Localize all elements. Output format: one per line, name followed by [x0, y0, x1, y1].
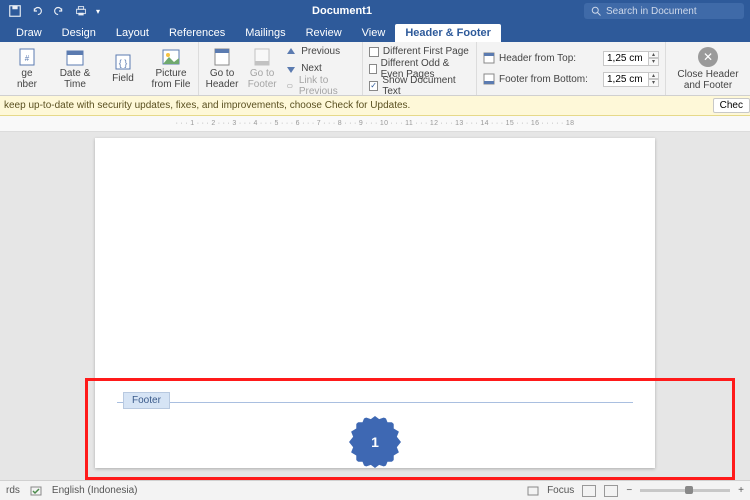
checkbox-checked-icon: ✓	[369, 81, 378, 91]
title-bar: ▾ Document1 Search in Document	[0, 0, 750, 22]
footer-bottom-icon	[483, 73, 495, 85]
calendar-icon	[65, 47, 85, 67]
tab-view[interactable]: View	[352, 24, 396, 42]
picture-icon	[161, 47, 181, 67]
focus-label[interactable]: Focus	[547, 485, 574, 496]
notice-text: keep up-to-date with security updates, f…	[4, 100, 410, 111]
group-close: ✕ Close Header and Footer	[666, 42, 750, 95]
tab-references[interactable]: References	[159, 24, 235, 42]
footer-separator	[117, 402, 633, 403]
arrow-up-icon	[285, 46, 297, 58]
zoom-slider[interactable]	[640, 489, 730, 492]
check-updates-button[interactable]: Chec	[713, 98, 750, 113]
link-previous-button: Link to Previous	[285, 78, 356, 93]
close-icon: ✕	[698, 47, 718, 67]
quick-access-toolbar: ▾	[0, 4, 100, 18]
print-icon[interactable]	[74, 4, 88, 18]
goto-footer-icon	[252, 47, 272, 67]
status-bar: rds English (Indonesia) Focus − +	[0, 480, 750, 500]
zoom-in-button[interactable]: +	[738, 485, 744, 496]
redo-icon[interactable]	[52, 4, 66, 18]
tab-design[interactable]: Design	[52, 24, 106, 42]
horizontal-ruler[interactable]: · · · 1 · · · 2 · · · 3 · · · 4 · · · 5 …	[0, 116, 750, 132]
spin-up-icon[interactable]: ▴	[649, 51, 659, 59]
page[interactable]: Footer 1	[95, 138, 655, 468]
tab-layout[interactable]: Layout	[106, 24, 159, 42]
nav-stack: Previous Next Link to Previous	[285, 44, 356, 93]
date-time-button[interactable]: Date & Time	[54, 47, 96, 90]
svg-text:#: #	[25, 54, 30, 63]
field-button[interactable]: { } Field	[102, 52, 144, 85]
footer-bottom-row: Footer from Bottom: ▴▾	[483, 72, 659, 87]
zoom-thumb[interactable]	[685, 486, 693, 494]
header-top-spinner[interactable]: ▴▾	[603, 51, 659, 66]
arrow-down-icon	[285, 63, 297, 75]
tab-review[interactable]: Review	[296, 24, 352, 42]
group-position: Header from Top: ▴▾ Footer from Bottom: …	[477, 42, 666, 95]
goto-footer-button: Go to Footer	[245, 47, 279, 90]
goto-header-button[interactable]: Go to Header	[205, 47, 239, 90]
field-icon: { }	[113, 52, 133, 72]
footer-bottom-spinner[interactable]: ▴▾	[603, 72, 659, 87]
footer-label[interactable]: Footer	[123, 392, 170, 409]
document-area[interactable]: Footer 1	[0, 132, 750, 480]
word-count[interactable]: rds	[6, 485, 20, 496]
spin-down-icon[interactable]: ▾	[649, 58, 659, 66]
focus-icon[interactable]	[527, 485, 539, 497]
print-layout-view-icon[interactable]	[582, 485, 596, 497]
search-box[interactable]: Search in Document	[584, 3, 744, 19]
document-title: Document1	[100, 5, 584, 17]
language-indicator[interactable]: English (Indonesia)	[52, 485, 138, 496]
group-navigation: Go to Header Go to Footer Previous Next …	[199, 42, 363, 95]
header-top-row: Header from Top: ▴▾	[483, 51, 659, 66]
goto-header-icon	[212, 47, 232, 67]
zoom-out-button[interactable]: −	[626, 485, 632, 496]
previous-button[interactable]: Previous	[285, 44, 356, 59]
spin-down-icon[interactable]: ▾	[649, 79, 659, 87]
update-notice-bar: keep up-to-date with security updates, f…	[0, 96, 750, 116]
spin-up-icon[interactable]: ▴	[649, 72, 659, 80]
svg-text:{ }: { }	[119, 58, 128, 68]
tab-draw[interactable]: Draw	[6, 24, 52, 42]
ribbon-tabs: Draw Design Layout References Mailings R…	[0, 22, 750, 42]
search-placeholder: Search in Document	[606, 6, 697, 17]
link-icon	[285, 80, 295, 92]
close-header-footer-button[interactable]: ✕ Close Header and Footer	[672, 47, 744, 91]
page-number-button[interactable]: # ge nber	[6, 47, 48, 90]
footer-bottom-input[interactable]	[603, 72, 649, 87]
ribbon: # ge nber Date & Time { } Field Picture …	[0, 42, 750, 96]
group-options: Different First Page Different Odd & Eve…	[363, 42, 477, 95]
show-doc-checkbox[interactable]: ✓Show Document Text	[369, 78, 470, 93]
save-icon[interactable]	[8, 4, 22, 18]
undo-icon[interactable]	[30, 4, 44, 18]
picture-button[interactable]: Picture from File	[150, 47, 192, 90]
header-top-input[interactable]	[603, 51, 649, 66]
page-number-icon: #	[17, 47, 37, 67]
spellcheck-icon[interactable]	[30, 485, 42, 497]
checkbox-icon	[369, 64, 377, 74]
checkbox-icon	[369, 47, 379, 57]
group-insert: # ge nber Date & Time { } Field Picture …	[0, 42, 199, 95]
search-icon	[590, 5, 602, 17]
header-top-icon	[483, 52, 495, 64]
web-layout-view-icon[interactable]	[604, 485, 618, 497]
tab-mailings[interactable]: Mailings	[235, 24, 295, 42]
tab-header-footer[interactable]: Header & Footer	[395, 24, 501, 42]
page-number-badge[interactable]: 1	[353, 420, 397, 464]
